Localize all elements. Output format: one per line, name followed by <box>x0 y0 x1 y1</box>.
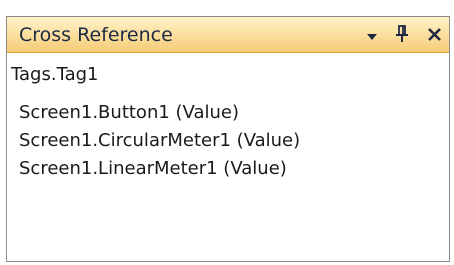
reference-list: Screen1.Button1 (Value) Screen1.Circular… <box>19 99 300 183</box>
cross-reference-panel: Cross Reference Tags.Tag1 Screen1.Button <box>6 16 450 262</box>
panel-title-bar[interactable]: Cross Reference <box>7 17 449 53</box>
dropdown-arrow-icon <box>367 34 377 40</box>
list-item[interactable]: Screen1.LinearMeter1 (Value) <box>19 155 300 183</box>
tag-name: Tags.Tag1 <box>11 64 99 85</box>
cross-reference-content: Tags.Tag1 Screen1.Button1 (Value) Screen… <box>7 53 449 261</box>
list-item[interactable]: Screen1.Button1 (Value) <box>19 99 300 127</box>
window-position-menu-button[interactable] <box>362 21 382 47</box>
auto-hide-pin-button[interactable] <box>393 21 413 47</box>
pin-icon <box>396 25 408 42</box>
list-item[interactable]: Screen1.CircularMeter1 (Value) <box>19 127 300 155</box>
panel-title: Cross Reference <box>19 24 173 46</box>
close-icon <box>428 28 441 41</box>
close-button[interactable] <box>425 21 445 47</box>
